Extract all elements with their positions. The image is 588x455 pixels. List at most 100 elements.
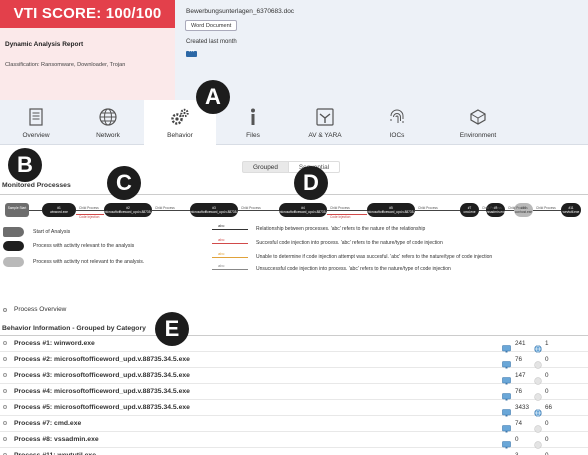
- expand-bullet[interactable]: [3, 389, 7, 393]
- process-node[interactable]: #2 microsoftofficeword_upd.v.88735.34.5.…: [104, 203, 152, 217]
- legend-arrow: [212, 257, 248, 258]
- process-count-a: 76: [515, 388, 523, 395]
- code-injection-label: Code Injection: [79, 215, 100, 219]
- process-node[interactable]: #11 wevtutil.exe: [561, 203, 581, 217]
- expand-bullet[interactable]: [3, 357, 7, 361]
- process-node[interactable]: #4 microsoftofficeword_upd.v.88735.34.5.…: [279, 203, 327, 217]
- tab-av-yara[interactable]: AV & YARA: [289, 100, 361, 145]
- process-label: Process #7: cmd.exe: [14, 420, 82, 427]
- legend-arrow-text: Succesful code injection into process. '…: [256, 240, 443, 246]
- tab-label: AV & YARA: [308, 132, 342, 139]
- section-bullet: [3, 308, 7, 312]
- info-icon: [217, 108, 289, 126]
- process-edge: [76, 210, 104, 211]
- file-type-badge: Word Document: [185, 20, 238, 31]
- toggle-grouped[interactable]: Grouped: [242, 161, 289, 173]
- callout-marker-e: E: [155, 312, 189, 346]
- process-overview-toggle[interactable]: Process Overview: [14, 306, 66, 313]
- process-row[interactable]: Process #11: wevtutil.exe30: [0, 448, 588, 455]
- process-edge: [479, 210, 486, 211]
- edge-label: Child Process: [536, 205, 556, 210]
- tab-files[interactable]: Files: [217, 100, 289, 145]
- callout-marker-d: D: [294, 166, 328, 200]
- code-injection-label: Code Injection: [330, 215, 351, 219]
- expand-bullet[interactable]: [3, 341, 7, 345]
- legend-label: Start of Analysis: [33, 229, 71, 235]
- process-row[interactable]: Process #8: vssadmin.exe 0 0: [0, 432, 588, 449]
- process-edge: [238, 210, 279, 211]
- legend-arrow: [212, 243, 248, 244]
- report-type: Dynamic Analysis Report: [5, 41, 84, 48]
- process-row[interactable]: Process #4: microsoftofficeword_upd.v.88…: [0, 384, 588, 401]
- process-node[interactable]: #3 microsoftofficeword_upd.v.88735.34.5.…: [190, 203, 238, 217]
- more-button[interactable]: •••: [186, 49, 197, 57]
- expand-bullet[interactable]: [3, 405, 7, 409]
- legend-arrow: [212, 229, 248, 230]
- process-row[interactable]: Process #3: microsoftofficeword_upd.v.88…: [0, 368, 588, 385]
- edge-label: Child Process: [241, 205, 261, 210]
- process-label: Process #3: microsoftofficeword_upd.v.88…: [14, 372, 190, 379]
- process-label: Process #1: winword.exe: [14, 340, 95, 347]
- legend-swatch: [3, 227, 24, 237]
- expand-bullet[interactable]: [3, 421, 7, 425]
- tab-network[interactable]: Network: [72, 100, 144, 145]
- tab-label: Environment: [459, 132, 497, 139]
- process-count-a: 74: [515, 420, 523, 427]
- legend-arrow-label: abc: [218, 223, 225, 228]
- process-node[interactable]: #5 microsoftofficeword_upd.v.88735.34.5.…: [367, 203, 415, 217]
- process-count-b: 1: [545, 340, 549, 347]
- legend-arrow: [212, 269, 248, 270]
- legend-arrow-label: abc: [218, 237, 225, 242]
- created-date: Created last month: [186, 39, 237, 45]
- legend-arrow-text: Relationship between processes. 'abc' re…: [256, 226, 426, 232]
- process-edge: [152, 210, 190, 211]
- process-label: Process #8: vssadmin.exe: [14, 436, 99, 443]
- expand-bullet[interactable]: [3, 373, 7, 377]
- behavior-information-title: Behavior Information - Grouped by Catego…: [2, 325, 146, 332]
- tab-bar: Overview Network Behavior Files AV & YARA IOC…: [0, 100, 588, 146]
- tab-label: Files: [246, 132, 260, 139]
- process-node[interactable]: Sample Start: [5, 203, 29, 217]
- process-row[interactable]: Process #2: microsoftofficeword_upd.v.88…: [0, 352, 588, 369]
- edge-label: Child Process: [418, 205, 438, 210]
- process-node[interactable]: #7 cmd.exe: [460, 203, 479, 217]
- tab-iocs[interactable]: IOCs: [361, 100, 433, 145]
- file-name: Bewerbungsunterlagen_6370683.doc: [186, 8, 295, 15]
- legend-arrow-label: abc: [218, 251, 225, 256]
- tab-environment[interactable]: Environment: [434, 100, 522, 145]
- callout-marker-a: A: [196, 80, 230, 114]
- process-count-a: 76: [515, 356, 523, 363]
- process-node[interactable]: #1 winword.exe: [42, 203, 76, 217]
- process-count-a: 3433: [515, 404, 530, 411]
- globe-icon: [72, 108, 144, 126]
- process-label: Process #4: microsoftofficeword_upd.v.88…: [14, 388, 190, 395]
- monitored-processes-title: Monitored Processes: [2, 182, 71, 189]
- callout-marker-c: C: [107, 166, 141, 200]
- callout-marker-b: B: [8, 148, 42, 182]
- process-count-a: 147: [515, 372, 526, 379]
- vti-score-banner: VTI SCORE: 100/100: [0, 0, 175, 28]
- process-edge: [415, 210, 460, 211]
- tab-overview[interactable]: Overview: [0, 100, 72, 145]
- process-count-a: 0: [515, 436, 519, 443]
- process-row[interactable]: Process #1: winword.exe 241 1: [0, 336, 588, 353]
- process-count-b: 0: [545, 372, 549, 379]
- process-row[interactable]: Process #5: microsoftofficeword_upd.v.88…: [0, 400, 588, 417]
- process-count-b: 0: [545, 436, 549, 443]
- classification: Classification: Ransomware, Downloader, …: [5, 62, 126, 68]
- edge-label: Child Process: [508, 205, 528, 210]
- cube-icon: [434, 108, 522, 126]
- process-edge: [505, 210, 514, 211]
- view-toggle: Grouped Sequential: [242, 161, 341, 173]
- process-label: Process #5: microsoftofficeword_upd.v.88…: [14, 404, 190, 411]
- process-row[interactable]: Process #7: cmd.exe 74 0: [0, 416, 588, 433]
- process-count-b: 0: [545, 420, 549, 427]
- process-edge: [533, 210, 561, 211]
- tab-label: Behavior: [167, 132, 193, 139]
- process-count-b: 0: [545, 388, 549, 395]
- file-info-panel: [175, 0, 588, 100]
- edge-label: Child Process: [482, 205, 502, 210]
- expand-bullet[interactable]: [3, 437, 7, 441]
- process-count-a: 241: [515, 340, 526, 347]
- edge-label: Child Process: [79, 205, 99, 210]
